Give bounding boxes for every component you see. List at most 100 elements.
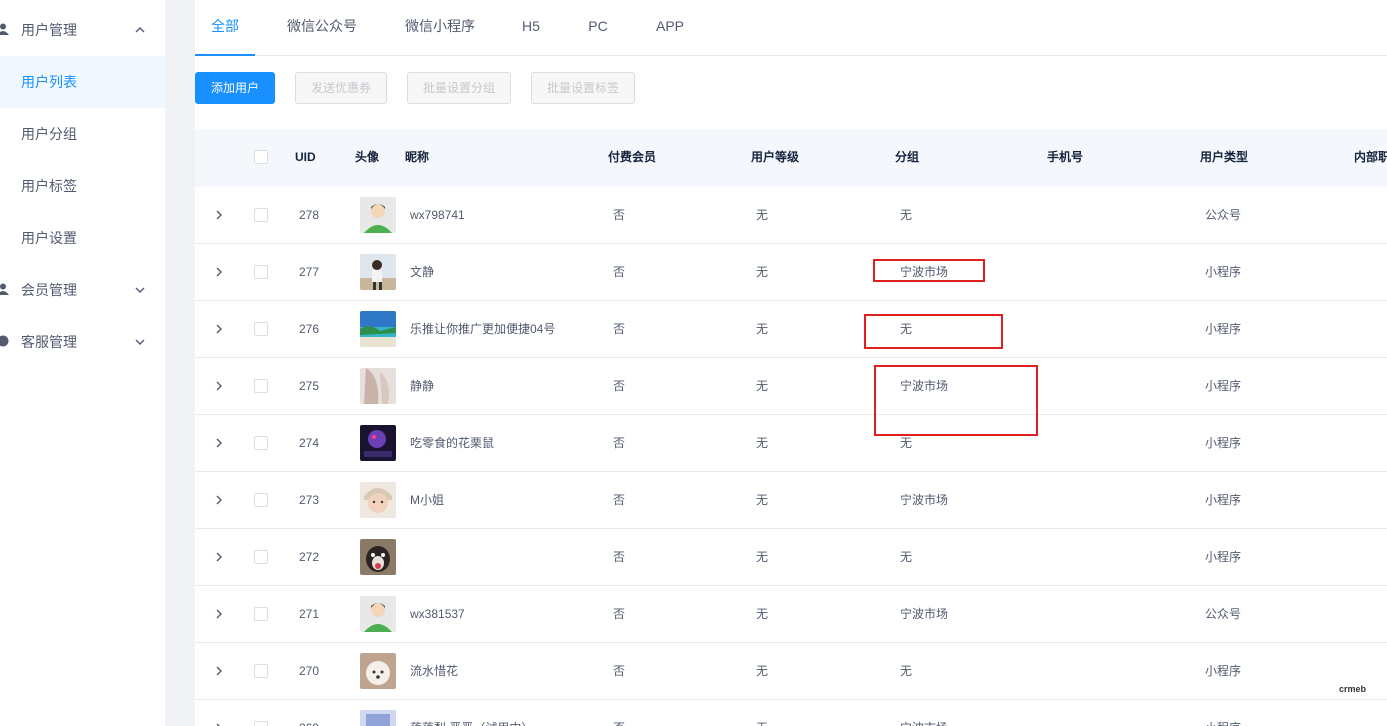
table-row[interactable]: 275 静静否无宁波市场 小程序 bbox=[195, 358, 1387, 415]
cell-user-level: 无 bbox=[756, 436, 769, 450]
chevron-right-icon[interactable] bbox=[214, 722, 224, 726]
sidebar-item-user-tag[interactable]: 用户标签 bbox=[0, 160, 165, 212]
row-checkbox[interactable] bbox=[254, 721, 268, 726]
chevron-right-icon[interactable] bbox=[214, 551, 224, 563]
cell-group: 宁波市场 bbox=[900, 607, 949, 621]
menu-group-member-management[interactable]: 会员管理 bbox=[0, 267, 165, 313]
cell-paid-member: 否 bbox=[613, 322, 626, 336]
chevron-right-icon[interactable] bbox=[214, 665, 224, 677]
cell-uid: 274 bbox=[299, 436, 320, 450]
highlight-box bbox=[874, 365, 1038, 436]
table-row[interactable]: 278 wx798741 否 无 无 公众号 bbox=[195, 187, 1387, 244]
avatar bbox=[360, 425, 396, 461]
select-all-checkbox[interactable] bbox=[254, 150, 268, 164]
cell-nickname: 静静 bbox=[410, 379, 435, 393]
sidebar: 用户管理 用户列表 用户分组 用户标签 用户设置 会员管理 客服管理 bbox=[0, 0, 165, 726]
sidebar-item-user-list[interactable]: 用户列表 bbox=[0, 56, 165, 108]
cell-nickname: 吃零食的花栗鼠 bbox=[410, 436, 495, 450]
table-row[interactable]: 271 wx381537 否 无 宁波市场 公众号 bbox=[195, 586, 1387, 643]
sidebar-item-label: 用户设置 bbox=[21, 230, 77, 246]
avatar bbox=[360, 482, 396, 518]
cell-user-level: 无 bbox=[756, 664, 769, 678]
table-row[interactable]: 270 流水惜花 否 无 无 小程序 bbox=[195, 643, 1387, 700]
cell-user-level: 无 bbox=[756, 493, 769, 507]
user-icon bbox=[0, 23, 9, 35]
batch-set-tag-button[interactable]: 批量设置标签 bbox=[531, 72, 635, 104]
cell-user-type: 小程序 bbox=[1205, 379, 1242, 393]
highlight-box bbox=[873, 259, 985, 282]
tab-all[interactable]: 全部 bbox=[195, 0, 255, 56]
cell-user-type: 小程序 bbox=[1205, 664, 1242, 678]
cell-user-type: 小程序 bbox=[1205, 700, 1241, 726]
batch-set-group-button[interactable]: 批量设置分组 bbox=[407, 72, 511, 104]
avatar bbox=[360, 539, 396, 575]
row-checkbox[interactable] bbox=[254, 493, 268, 507]
cell-user-level: 无 bbox=[756, 379, 769, 393]
tab-pc[interactable]: PC bbox=[581, 0, 615, 55]
chevron-down-icon bbox=[135, 287, 145, 293]
tab-app[interactable]: APP bbox=[651, 0, 689, 55]
menu-group-customer-service[interactable]: 客服管理 bbox=[0, 319, 165, 365]
cell-user-type: 小程序 bbox=[1205, 322, 1242, 336]
table-row[interactable]: 276 乐推让你推广更加便捷04号否无无小程序 bbox=[195, 301, 1387, 358]
avatar bbox=[360, 368, 396, 404]
chevron-right-icon[interactable] bbox=[214, 494, 224, 506]
cell-uid: 275 bbox=[299, 379, 320, 393]
th-internal: 内部职 bbox=[1354, 150, 1387, 164]
chevron-right-icon[interactable] bbox=[214, 323, 224, 335]
cell-paid-member: 否 bbox=[613, 550, 626, 564]
cell-user-level: 无 bbox=[756, 607, 769, 621]
send-coupon-button[interactable]: 发送优惠券 bbox=[295, 72, 387, 104]
chevron-right-icon[interactable] bbox=[214, 209, 224, 221]
th-user-type: 用户类型 bbox=[1200, 150, 1249, 164]
table-row[interactable]: 274 吃零食的花栗鼠否无无小程序 bbox=[195, 415, 1387, 472]
cell-user-level: 无 bbox=[756, 700, 768, 726]
row-checkbox[interactable] bbox=[254, 379, 268, 393]
avatar bbox=[360, 653, 396, 689]
table-row[interactable]: 273 M小姐 否 无 宁波市场 小程序 bbox=[195, 472, 1387, 529]
row-checkbox[interactable] bbox=[254, 607, 268, 621]
tab-wechat-miniprogram[interactable]: 微信小程序 bbox=[395, 0, 485, 55]
avatar bbox=[360, 596, 396, 632]
cell-paid-member: 否 bbox=[613, 208, 626, 222]
cell-paid-member: 否 bbox=[613, 700, 625, 726]
cell-uid: 272 bbox=[299, 550, 320, 564]
chevron-up-icon bbox=[135, 27, 145, 33]
cell-nickname: 落落梨 晋晋（试用中） bbox=[410, 700, 533, 726]
tab-h5[interactable]: H5 bbox=[513, 0, 549, 55]
table-row[interactable]: 277 文静否无宁波市场 小程序 bbox=[195, 244, 1387, 301]
chevron-right-icon[interactable] bbox=[214, 437, 224, 449]
tab-wechat-official[interactable]: 微信公众号 bbox=[277, 0, 367, 55]
sidebar-item-user-settings[interactable]: 用户设置 bbox=[0, 212, 165, 264]
cell-nickname: 流水惜花 bbox=[410, 664, 459, 678]
table-row[interactable]: 269 落落梨 晋晋（试用中） 否 无 宁波市场 小程序 bbox=[195, 700, 1387, 726]
row-checkbox[interactable] bbox=[254, 550, 268, 564]
chevron-right-icon[interactable] bbox=[214, 380, 224, 392]
cell-paid-member: 否 bbox=[613, 379, 626, 393]
row-checkbox[interactable] bbox=[254, 664, 268, 678]
th-group: 分组 bbox=[895, 150, 920, 164]
chevron-down-icon bbox=[135, 339, 145, 345]
sidebar-item-user-group[interactable]: 用户分组 bbox=[0, 108, 165, 160]
row-checkbox[interactable] bbox=[254, 436, 268, 450]
chevron-right-icon[interactable] bbox=[214, 266, 224, 278]
avatar bbox=[360, 311, 396, 347]
chevron-right-icon[interactable] bbox=[214, 608, 224, 620]
menu-group-label: 客服管理 bbox=[21, 334, 77, 350]
th-nickname: 昵称 bbox=[405, 150, 430, 164]
th-phone: 手机号 bbox=[1047, 150, 1084, 164]
row-checkbox[interactable] bbox=[254, 208, 268, 222]
row-checkbox[interactable] bbox=[254, 265, 268, 279]
cell-group: 宁波市场 bbox=[900, 700, 948, 726]
cell-nickname: wx798741 bbox=[410, 208, 465, 222]
sidebar-item-label: 用户标签 bbox=[21, 178, 77, 194]
cell-uid: 270 bbox=[299, 664, 320, 678]
table-row[interactable]: 272 否 无 无 小程序 bbox=[195, 529, 1387, 586]
menu-group-user-management[interactable]: 用户管理 bbox=[0, 7, 165, 53]
cell-nickname: 乐推让你推广更加便捷04号 bbox=[410, 322, 556, 336]
menu-group-label: 会员管理 bbox=[21, 282, 77, 298]
cell-group: 宁波市场 bbox=[900, 493, 949, 507]
cell-uid: 273 bbox=[299, 493, 320, 507]
add-user-button[interactable]: 添加用户 bbox=[195, 72, 275, 104]
row-checkbox[interactable] bbox=[254, 322, 268, 336]
